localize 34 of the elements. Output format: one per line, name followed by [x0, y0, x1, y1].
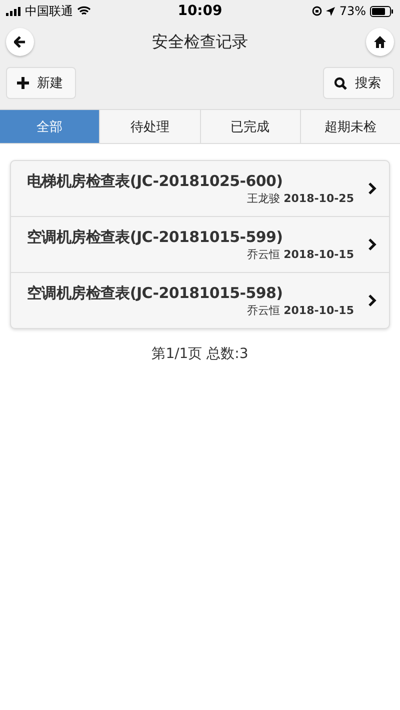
home-button[interactable] [366, 28, 394, 56]
back-arrow-icon [14, 36, 26, 48]
plus-icon [17, 77, 29, 89]
chevron-right-icon [368, 238, 377, 251]
record-item[interactable]: 空调机房检查表(JC-20181015-599) 乔云恒 2018-10-15 [11, 217, 389, 273]
record-title: 空调机房检查表(JC-20181015-598) [27, 284, 284, 302]
chevron-right-icon [368, 182, 377, 195]
home-icon [374, 36, 386, 48]
clock-time: 10:09 [178, 3, 222, 19]
record-meta: 乔云恒 2018-10-15 [247, 246, 354, 262]
filter-tab[interactable]: 待处理 [100, 110, 200, 143]
filter-tab[interactable]: 已完成 [200, 110, 301, 143]
record-meta: 乔云恒 2018-10-15 [247, 302, 354, 318]
search-button[interactable]: 搜索 [323, 67, 394, 99]
new-button[interactable]: 新建 [6, 67, 76, 99]
wifi-icon [77, 6, 91, 16]
battery-icon [370, 6, 394, 16]
pagination-info: 第1/1页 总数:3 [150, 345, 250, 363]
record-title: 电梯机房检查表(JC-20181025-600) [27, 172, 284, 190]
chevron-right-icon [368, 294, 377, 307]
carrier-name: 中国联通 [25, 2, 73, 20]
search-icon [334, 76, 347, 90]
filter-tab[interactable]: 超期未检 [300, 110, 400, 143]
battery-percent: 73% [339, 4, 366, 18]
rotation-lock-icon [312, 6, 322, 16]
page-title: 安全检查记录 [152, 32, 248, 52]
location-icon [326, 6, 336, 16]
record-item[interactable]: 空调机房检查表(JC-20181015-598) 乔云恒 2018-10-15 [11, 273, 389, 328]
record-title: 空调机房检查表(JC-20181015-599) [27, 228, 284, 246]
record-item[interactable]: 电梯机房检查表(JC-20181025-600) 王龙骏 2018-10-25 [11, 161, 389, 217]
back-button[interactable] [6, 28, 34, 56]
signal-icon [6, 6, 21, 16]
record-meta: 王龙骏 2018-10-25 [247, 190, 354, 206]
filter-tab[interactable]: 全部 [0, 110, 100, 143]
